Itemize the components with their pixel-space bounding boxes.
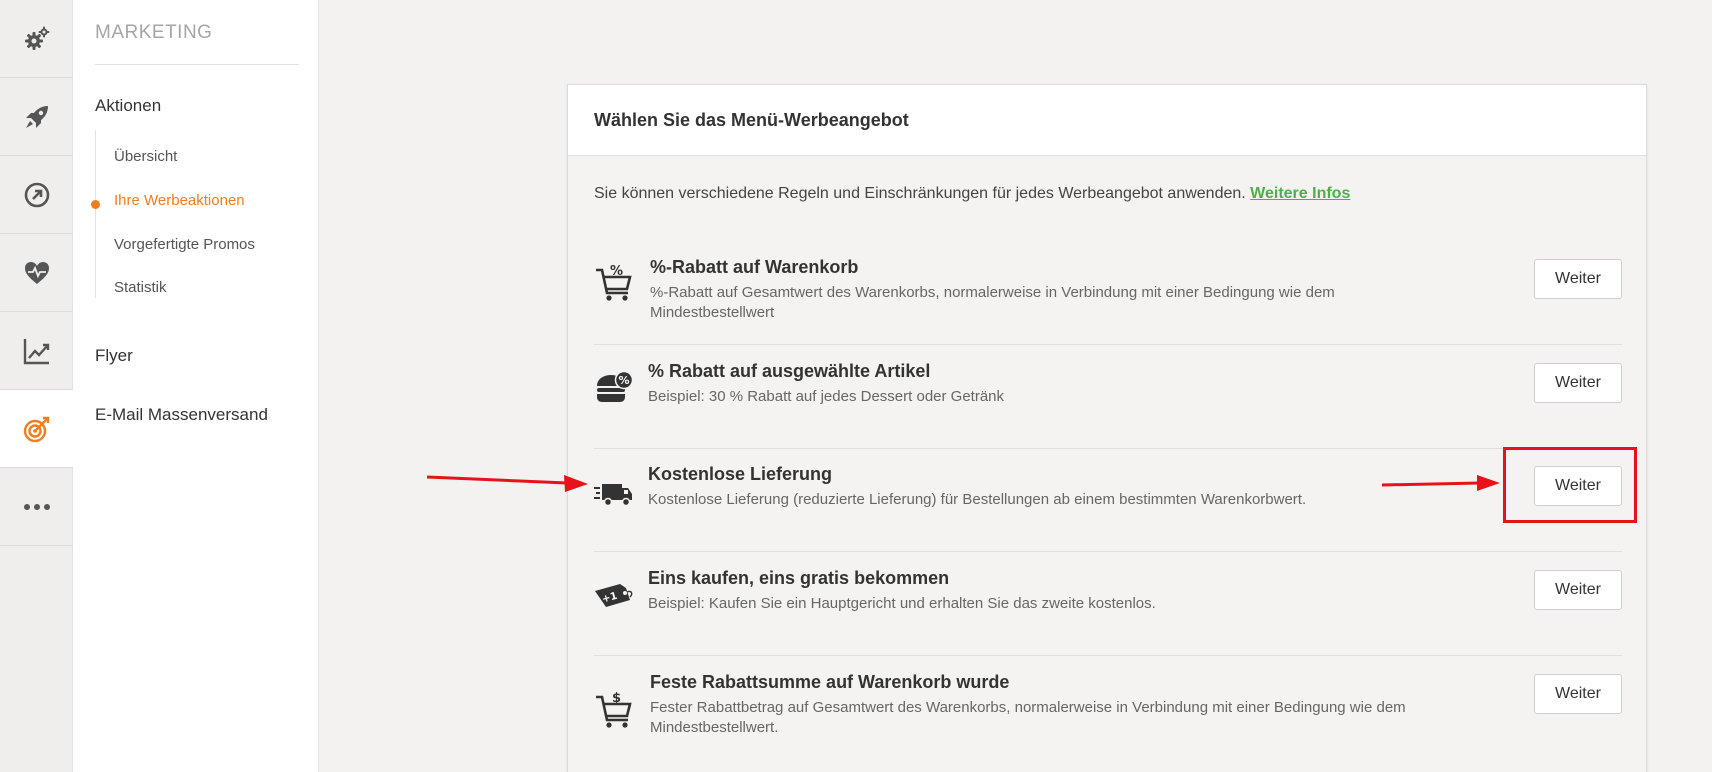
more-info-link[interactable]: Weitere Infos: [1250, 185, 1350, 202]
offer-description: Fester Rabattbetrag auf Gesamtwert des W…: [650, 699, 1406, 736]
divider: [95, 64, 299, 65]
offer-row: +1 Eins kaufen, eins gratis bekommen Bei…: [594, 552, 1622, 656]
svg-text:%: %: [610, 264, 623, 279]
annotation-arrow-left: [426, 475, 588, 492]
delivery-truck-icon: [594, 484, 632, 507]
line-chart-icon: [23, 338, 49, 364]
more-icon: [23, 503, 50, 510]
offer-title: Kostenlose Lieferung: [648, 464, 833, 484]
card-title: Wählen Sie das Menü-Werbeangebot: [568, 85, 1646, 156]
offer-row: $ Feste Rabattsumme auf Warenkorb wurde …: [594, 656, 1622, 772]
weiter-button[interactable]: Weiter: [1534, 259, 1622, 299]
active-indicator: [91, 200, 100, 209]
annotation-arrow-right: [1381, 475, 1500, 491]
offer-row: Kostenlose Lieferung Kostenlose Lieferun…: [594, 448, 1622, 552]
offer-row: % %-Rabatt auf Warenkorb %-Rabatt auf Ge…: [594, 241, 1622, 345]
weiter-button[interactable]: Weiter: [1534, 674, 1622, 714]
cart-percent-icon: %: [596, 264, 632, 301]
rail-item-settings[interactable]: [0, 0, 73, 78]
heart-pulse-icon: [24, 261, 49, 284]
offer-title: %-Rabatt auf Warenkorb: [650, 257, 859, 277]
submenu-link-uebersicht[interactable]: Übersicht: [114, 148, 177, 165]
tag-plus-one-icon: +1: [595, 584, 633, 607]
annotation-highlight-box: [1503, 447, 1637, 523]
rail-item-marketing[interactable]: [0, 390, 73, 468]
offer-title: % Rabatt auf ausgewählte Artikel: [648, 361, 931, 381]
offer-description: Beispiel: 30 % Rabatt auf jedes Dessert …: [648, 388, 1005, 405]
rail-item-health[interactable]: [0, 234, 73, 312]
menu-group-flyer[interactable]: Flyer: [95, 346, 133, 366]
icon-rail: [0, 0, 73, 772]
dashboard-icon: [24, 182, 49, 207]
rail-item-statistics[interactable]: [0, 312, 73, 390]
svg-text:%: %: [619, 374, 630, 387]
section-title: MARKETING: [95, 22, 213, 43]
target-icon: [23, 416, 49, 442]
submenu-link-statistik[interactable]: Statistik: [114, 279, 167, 296]
weiter-button[interactable]: Weiter: [1534, 363, 1622, 403]
offer-description: %-Rabatt auf Gesamtwert des Warenkorbs, …: [650, 284, 1335, 321]
offer-description: Beispiel: Kaufen Sie ein Hauptgericht un…: [648, 595, 1156, 612]
cart-dollar-icon: $: [596, 691, 632, 728]
submenu-link-werbeaktionen[interactable]: Ihre Werbeaktionen: [114, 192, 245, 209]
rocket-icon: [25, 105, 48, 128]
rail-item-launch[interactable]: [0, 78, 73, 156]
offer-title: Feste Rabattsumme auf Warenkorb wurde: [650, 672, 1010, 692]
intro-sentence: Sie können verschiedene Regeln und Einsc…: [594, 185, 1246, 202]
menu-group-aktionen[interactable]: Aktionen: [95, 96, 161, 116]
rail-item-dashboard[interactable]: [0, 156, 73, 234]
weiter-button[interactable]: Weiter: [1534, 570, 1622, 610]
offer-row: % % Rabatt auf ausgewählte Artikel Beisp…: [594, 345, 1622, 449]
intro-text: Sie können verschiedene Regeln und Einsc…: [594, 185, 1350, 203]
submenu-link-promos[interactable]: Vorgefertigte Promos: [114, 236, 255, 253]
svg-text:$: $: [612, 691, 621, 706]
burger-percent-icon: %: [597, 370, 634, 402]
menu-group-email[interactable]: E-Mail Massenversand: [95, 405, 268, 425]
gears-icon: [24, 26, 49, 50]
offer-description: Kostenlose Lieferung (reduzierte Lieferu…: [648, 491, 1307, 508]
marketing-submenu: MARKETING Aktionen Übersicht Ihre Werbea…: [73, 0, 319, 772]
aktionen-subtree: Übersicht Ihre Werbeaktionen Vorgefertig…: [91, 130, 295, 298]
offer-title: Eins kaufen, eins gratis bekommen: [648, 568, 950, 588]
rail-item-more[interactable]: [0, 468, 73, 546]
offer-selection-card: Wählen Sie das Menü-Werbeangebot Sie kön…: [567, 84, 1647, 772]
